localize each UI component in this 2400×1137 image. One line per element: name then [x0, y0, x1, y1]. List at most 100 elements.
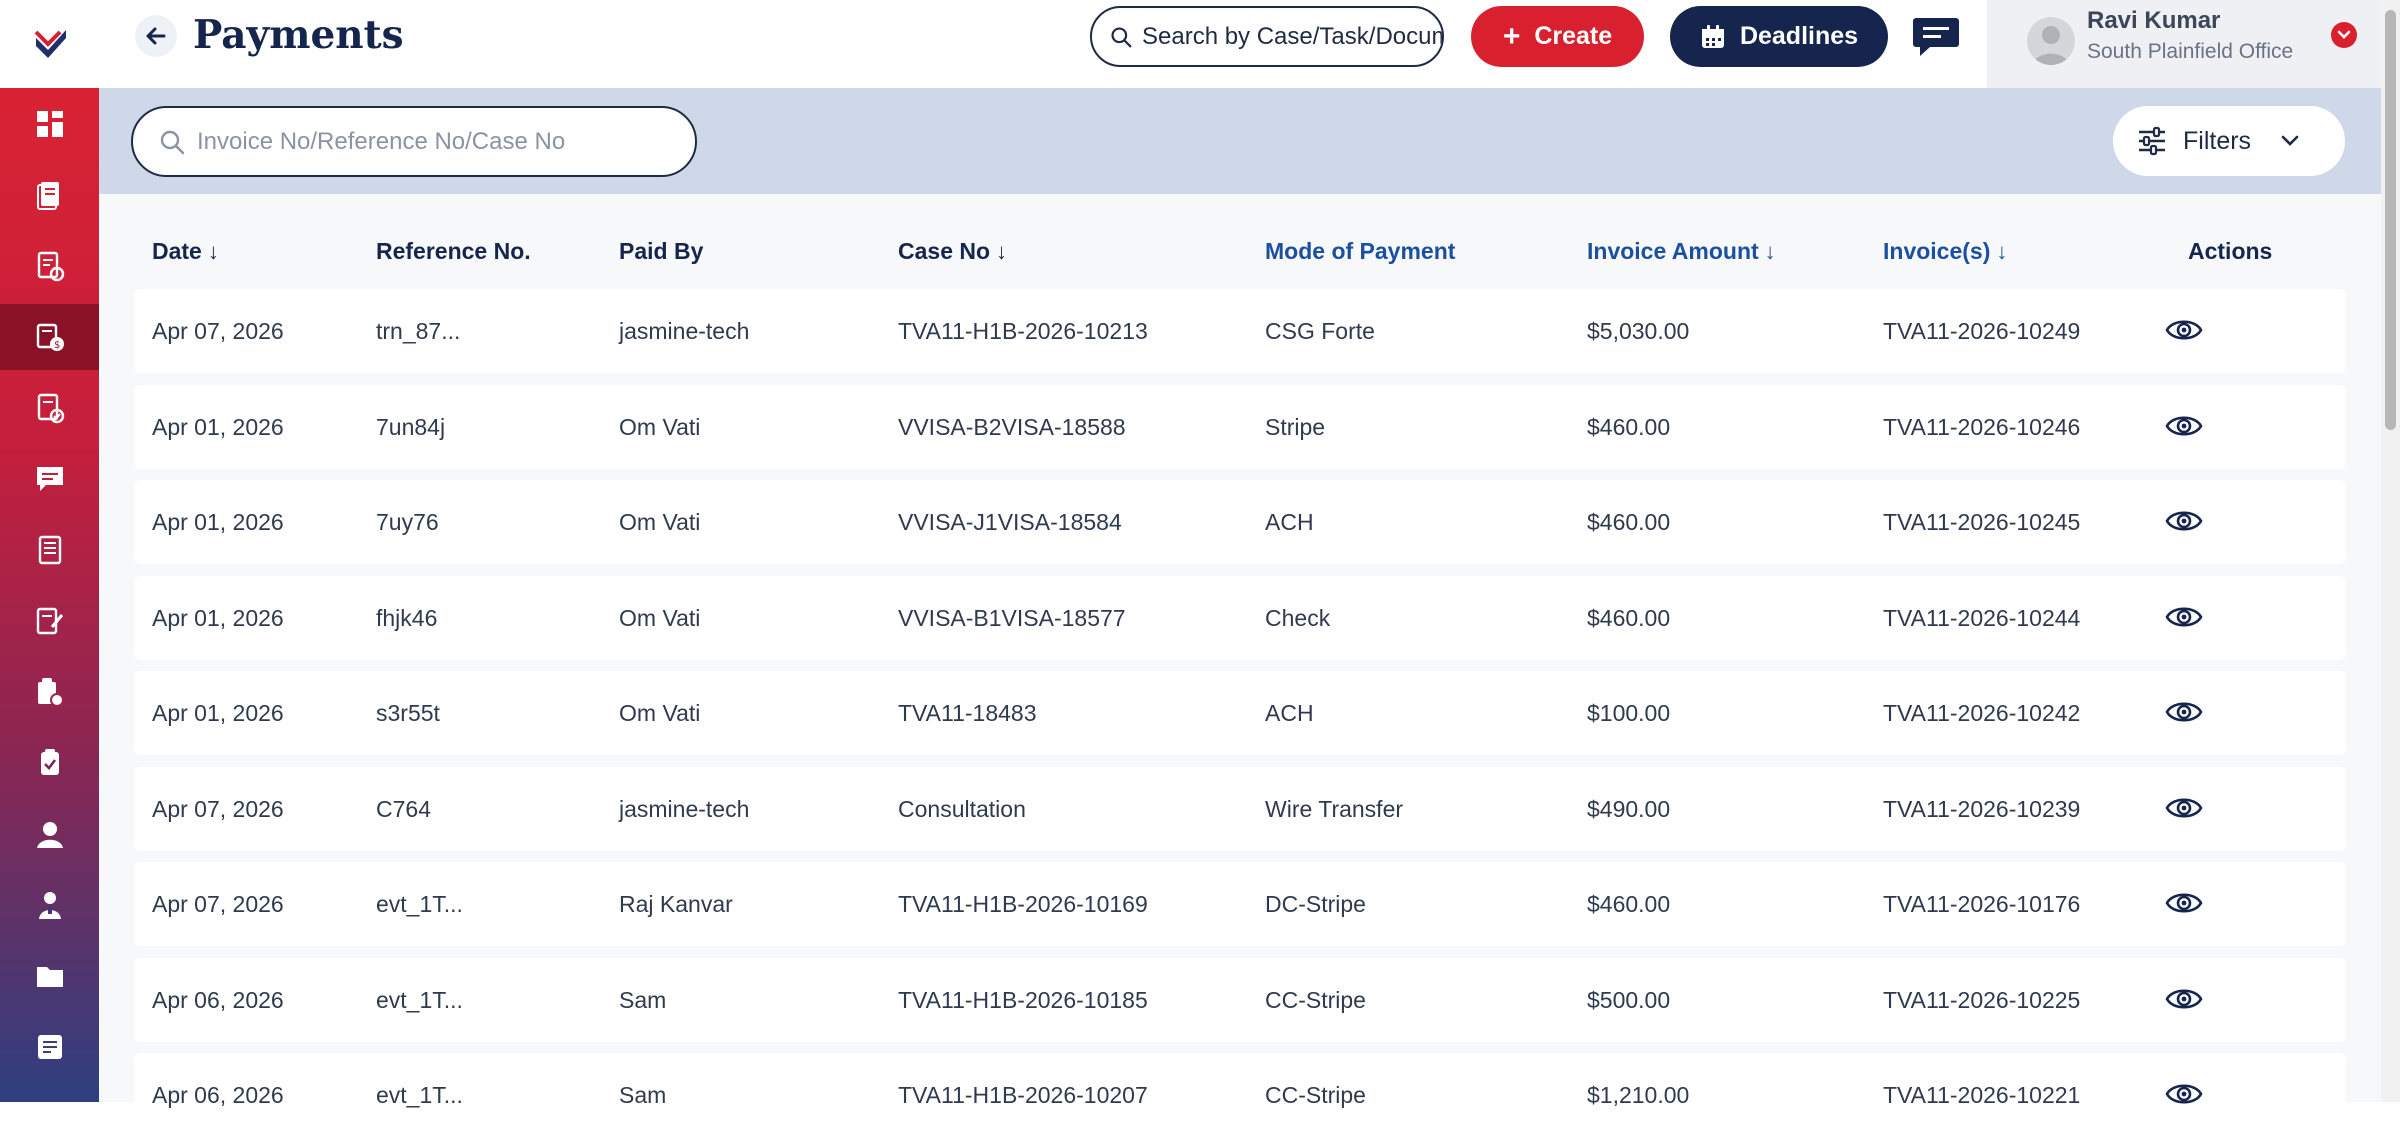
table-row[interactable]: Apr 01, 2026 s3r55t Om Vati TVA11-18483 ACH $…	[134, 671, 2346, 755]
cell-mode-of-payment: CSG Forte	[1265, 318, 1375, 344]
sidebar-item-payments[interactable]: $	[0, 304, 99, 370]
sidebar-item-checklist[interactable]	[0, 659, 99, 725]
scrollbar[interactable]	[2381, 0, 2400, 1102]
cell-paid-by: Om Vati	[619, 509, 701, 535]
view-eye-icon[interactable]	[2164, 695, 2204, 729]
create-button[interactable]: + Create	[1471, 6, 1644, 67]
cell-reference: C764	[376, 795, 431, 822]
sidebar-item-documents[interactable]	[0, 517, 99, 583]
cell-case-no: TVA11-18483	[898, 700, 1037, 726]
cell-mode-of-payment: CC-Stripe	[1265, 1082, 1366, 1108]
chevron-down-icon	[2281, 135, 2299, 146]
cell-invoice-amount: $460.00	[1587, 891, 1671, 917]
back-button[interactable]	[135, 15, 177, 57]
cell-date: Apr 07, 2026	[152, 318, 284, 344]
app-logo[interactable]	[0, 0, 99, 88]
documents-icon	[38, 535, 61, 565]
cell-reference: 7un84j	[376, 413, 446, 440]
cell-reference: fhjk46	[376, 604, 438, 631]
cell-reference: 7uy76	[376, 509, 439, 535]
invoices-icon	[37, 393, 64, 424]
cell-invoice: TVA11-2026-10225	[1883, 986, 2081, 1013]
cell-reference: evt_1T...	[376, 891, 463, 917]
users-icon	[38, 892, 61, 919]
sidebar: $	[0, 0, 99, 1102]
sidebar-item-clipboard[interactable]	[0, 730, 99, 796]
notes-icon	[37, 1035, 62, 1059]
clipboard-icon	[40, 749, 59, 775]
view-eye-icon[interactable]	[2164, 1077, 2204, 1111]
cell-reference: evt_1T...	[376, 986, 463, 1013]
table-row[interactable]: Apr 01, 2026 fhjk46 Om Vati VVISA-B1VISA-18…	[134, 575, 2346, 660]
table-row[interactable]: Apr 01, 2026 7un84j Om Vati VVISA-B2VISA-18…	[134, 384, 2346, 469]
avatar	[2027, 17, 2075, 65]
chevron-down-icon[interactable]	[2331, 22, 2357, 48]
cell-date: Apr 01, 2026	[152, 413, 284, 440]
sidebar-item-dashboard[interactable]	[0, 91, 99, 157]
filters-label: Filters	[2183, 126, 2252, 155]
column-header-case-no[interactable]: Case No ↓	[898, 238, 1007, 265]
chat-icon	[1913, 18, 1959, 56]
table-row[interactable]: Apr 07, 2026 trn_87... jasmine-tech TVA11-H…	[134, 289, 2346, 373]
table-row[interactable]: Apr 06, 2026 evt_1T... Sam TVA11-H1B-2026-1…	[134, 957, 2346, 1042]
global-search[interactable]	[1090, 6, 1444, 67]
view-eye-icon[interactable]	[2164, 791, 2204, 825]
page-title: Payments	[193, 12, 404, 58]
payments-icon: $	[36, 323, 64, 351]
sidebar-item-tasks[interactable]	[0, 233, 99, 299]
scrollbar-thumb[interactable]	[2385, 10, 2396, 430]
deadlines-button[interactable]: Deadlines	[1670, 6, 1888, 67]
view-eye-icon[interactable]	[2164, 504, 2204, 538]
sidebar-item-users[interactable]	[0, 872, 99, 938]
column-header-invoice-amount[interactable]: Invoice Amount ↓	[1587, 238, 1776, 265]
sidebar-item-contacts[interactable]	[0, 801, 99, 867]
cell-paid-by: jasmine-tech	[619, 318, 750, 344]
table-row[interactable]: Apr 01, 2026 7uy76 Om Vati VVISA-J1VISA-185…	[134, 480, 2346, 564]
forms-icon	[36, 607, 63, 635]
sidebar-item-forms[interactable]	[0, 588, 99, 654]
filters-button[interactable]: Filters	[2113, 106, 2345, 176]
cases-icon	[36, 182, 59, 210]
list-search[interactable]	[131, 106, 697, 177]
column-header-invoices[interactable]: Invoice(s) ↓	[1883, 238, 2007, 265]
sidebar-item-messages[interactable]	[0, 446, 99, 512]
cell-date: Apr 01, 2026	[152, 700, 284, 726]
cell-mode-of-payment: Stripe	[1265, 413, 1326, 440]
search-icon	[1111, 26, 1132, 47]
sidebar-item-folder[interactable]	[0, 943, 99, 1009]
sidebar-item-notes[interactable]	[0, 1014, 99, 1080]
view-eye-icon[interactable]	[2164, 409, 2204, 443]
checklist-icon	[37, 678, 64, 707]
cell-paid-by: Sam	[619, 986, 667, 1013]
user-name: Ravi Kumar	[2087, 7, 2221, 34]
column-header-date[interactable]: Date ↓	[152, 238, 219, 265]
global-search-input[interactable]	[1142, 22, 1442, 51]
cell-case-no: TVA11-H1B-2026-10207	[898, 1082, 1148, 1108]
search-icon	[160, 130, 185, 154]
payments-table: Date ↓ Reference No. Paid By Case No ↓ Mod…	[99, 194, 2381, 1137]
sidebar-item-cases[interactable]	[0, 162, 99, 228]
cell-reference: trn_87...	[376, 318, 461, 344]
user-profile[interactable]: Ravi Kumar South Plainfield Office	[1987, 0, 2381, 88]
cell-date: Apr 01, 2026	[152, 604, 284, 631]
sort-arrow-icon: ↓	[207, 239, 219, 264]
user-office: South Plainfield Office	[2087, 40, 2294, 63]
cell-paid-by: Raj Kanvar	[619, 891, 733, 917]
cell-invoice: TVA11-2026-10245	[1883, 509, 2081, 535]
view-eye-icon[interactable]	[2164, 600, 2204, 634]
table-row[interactable]: Apr 06, 2026 evt_1T... Sam TVA11-H1B-2026-1…	[134, 1053, 2346, 1137]
view-eye-icon[interactable]	[2164, 313, 2204, 347]
view-eye-icon[interactable]	[2164, 886, 2204, 920]
table-row[interactable]: Apr 07, 2026 C764 jasmine-tech Consultation…	[134, 766, 2346, 851]
view-eye-icon[interactable]	[2164, 982, 2204, 1016]
table-row[interactable]: Apr 07, 2026 evt_1T... Raj Kanvar TVA11-H1B…	[134, 862, 2346, 946]
cell-mode-of-payment: Check	[1265, 604, 1331, 631]
list-search-input[interactable]	[197, 127, 677, 156]
column-header-reference: Reference No.	[376, 238, 531, 264]
dashboard-icon	[36, 111, 63, 137]
tasks-icon	[37, 251, 64, 282]
sidebar-item-invoices[interactable]	[0, 375, 99, 441]
arrow-left-icon	[146, 27, 166, 45]
chat-button[interactable]	[1911, 14, 1961, 60]
cell-invoice: TVA11-2026-10239	[1883, 795, 2081, 822]
